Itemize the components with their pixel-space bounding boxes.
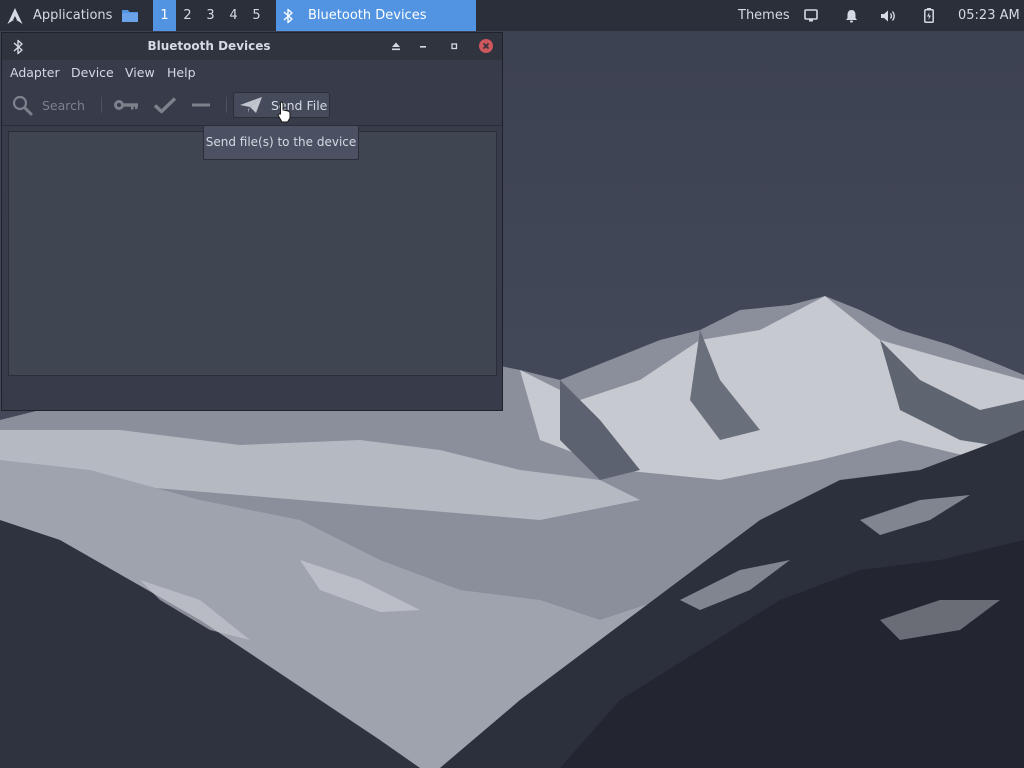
minimize-button[interactable] <box>415 38 431 54</box>
close-button-circle <box>479 39 493 53</box>
window-titlebar[interactable]: Bluetooth Devices <box>2 33 502 60</box>
applications-menu[interactable]: Applications <box>6 0 112 31</box>
arch-logo-icon <box>7 7 23 24</box>
bluetooth-devices-window: Bluetooth Devices Adapter Device View He… <box>1 32 503 411</box>
battery-icon <box>924 8 934 23</box>
search-icon <box>12 95 33 115</box>
toolbar-separator <box>101 97 102 113</box>
key-icon <box>114 100 138 110</box>
maximize-button[interactable] <box>446 38 462 54</box>
workspace-3[interactable]: 3 <box>199 0 222 31</box>
battery-tray[interactable] <box>918 0 940 31</box>
shade-button[interactable] <box>388 38 404 54</box>
window-statusbar <box>2 378 502 410</box>
menu-view[interactable]: View <box>125 60 155 86</box>
maximize-icon <box>451 43 458 50</box>
window-toolbar: Search Send File <box>2 88 502 124</box>
menu-device[interactable]: Device <box>71 60 114 86</box>
panel-clock[interactable]: 05:23 AM <box>958 0 1020 31</box>
minus-icon <box>192 103 210 107</box>
toolbar-separator <box>226 97 227 113</box>
close-icon <box>482 42 490 50</box>
taskbar-entry-label: Bluetooth Devices <box>308 8 427 23</box>
volume-tray[interactable] <box>878 0 900 31</box>
trust-button[interactable] <box>153 92 177 118</box>
workspace-4[interactable]: 4 <box>222 0 245 31</box>
file-manager-launcher[interactable] <box>120 0 140 31</box>
volume-icon <box>881 10 895 21</box>
minimize-icon <box>420 46 426 48</box>
device-list[interactable] <box>8 131 497 376</box>
close-button[interactable] <box>478 38 494 54</box>
paper-plane-icon <box>240 97 262 113</box>
remove-button[interactable] <box>191 92 211 118</box>
send-file-tooltip: Send file(s) to the device <box>203 125 359 160</box>
folder-icon <box>122 10 138 22</box>
applications-label: Applications <box>33 8 113 23</box>
check-icon <box>153 97 177 114</box>
window-menubar: Adapter Device View Help <box>2 60 502 86</box>
shade-icon <box>392 42 400 51</box>
display-tray[interactable] <box>800 0 822 31</box>
workspace-2[interactable]: 2 <box>176 0 199 31</box>
search-label: Search <box>42 97 85 113</box>
themes-button[interactable]: Themes <box>738 0 790 31</box>
display-icon <box>804 9 818 22</box>
top-panel: Applications 1 2 3 4 5 Bluetooth Devices… <box>0 0 1024 31</box>
mouse-cursor-icon <box>277 101 291 123</box>
search-button[interactable]: Search <box>12 92 85 118</box>
pair-button[interactable] <box>113 92 139 118</box>
workspace-5[interactable]: 5 <box>245 0 268 31</box>
workspace-1[interactable]: 1 <box>153 0 176 31</box>
notifications-tray[interactable] <box>840 0 862 31</box>
bell-icon <box>845 9 857 22</box>
window-title: Bluetooth Devices <box>147 39 271 53</box>
menu-help[interactable]: Help <box>167 60 196 86</box>
bluetooth-icon <box>283 8 293 23</box>
menu-adapter[interactable]: Adapter <box>10 60 60 86</box>
taskbar-bluetooth-devices[interactable]: Bluetooth Devices <box>276 0 476 31</box>
